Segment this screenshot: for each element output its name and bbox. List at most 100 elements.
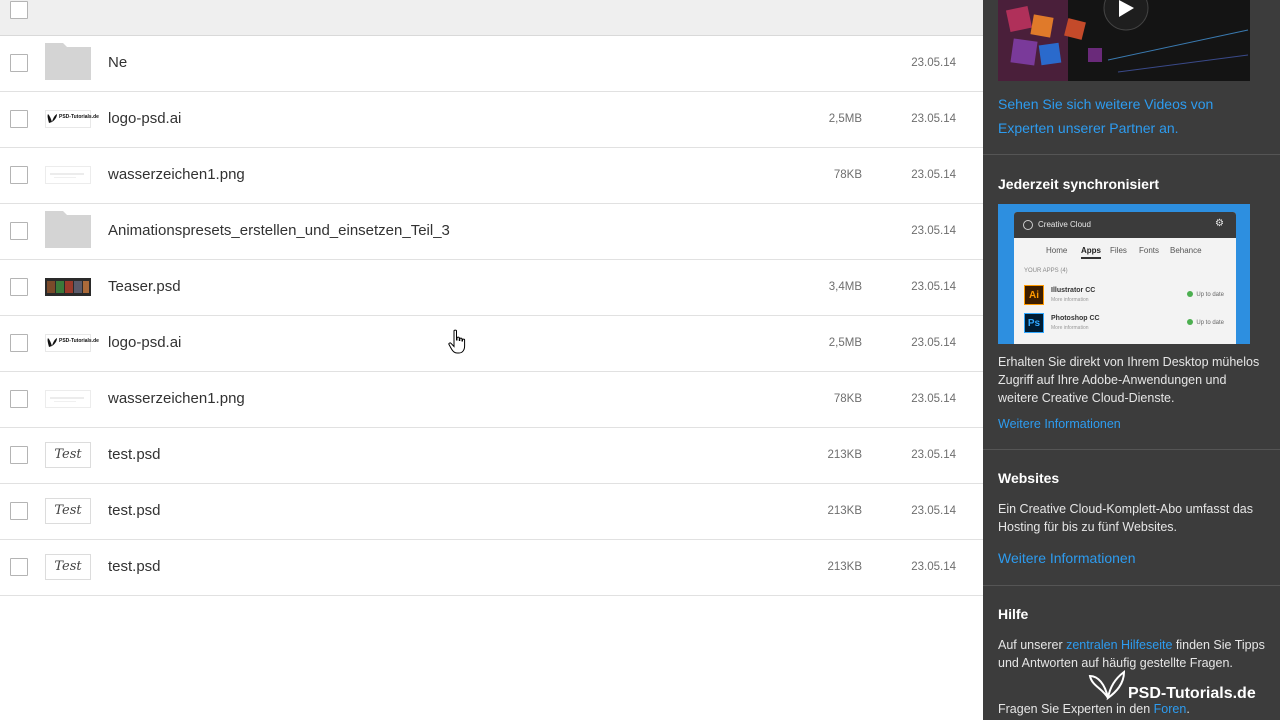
video-artwork: [998, 0, 1250, 81]
file-date: 23.05.14: [911, 57, 956, 69]
file-name[interactable]: test.psd: [108, 502, 161, 519]
image-thumbnail: [45, 166, 91, 184]
help-text-before: Auf unserer: [998, 638, 1067, 652]
logo-thumbnail-text: PSD-Tutorials.de: [59, 114, 99, 120]
row-checkbox[interactable]: [10, 54, 28, 72]
file-date: 23.05.14: [911, 169, 956, 181]
test-thumbnail: Test: [45, 498, 91, 524]
file-date: 23.05.14: [911, 225, 956, 237]
cc-app-status: Up to date: [1187, 319, 1224, 326]
file-date: 23.05.14: [911, 113, 956, 125]
cc-app-name: Photoshop CC: [1051, 315, 1100, 322]
divider: [983, 585, 1280, 586]
psd-tutorials-watermark: PSD-Tutorials.de: [1088, 668, 1278, 702]
file-date: 23.05.14: [911, 449, 956, 461]
file-name[interactable]: Ne: [108, 54, 127, 71]
row-checkbox[interactable]: [10, 558, 28, 576]
row-checkbox[interactable]: [10, 110, 28, 128]
file-size: 2,5MB: [828, 113, 862, 125]
file-row[interactable]: Animationspresets_erstellen_und_einsetze…: [0, 204, 983, 260]
row-checkbox[interactable]: [10, 502, 28, 520]
cc-logo-icon: [1023, 220, 1033, 230]
sync-text: Erhalten Sie direkt von Ihrem Desktop mü…: [998, 355, 1260, 405]
image-thumbnail: [45, 390, 91, 408]
cc-apps-label: YOUR APPS (4): [1024, 268, 1068, 274]
cc-title: Creative Cloud: [1038, 220, 1091, 229]
websites-more-info-link[interactable]: Weitere Informationen: [998, 550, 1135, 566]
logo-thumbnail-text: PSD-Tutorials.de: [59, 338, 99, 344]
file-name[interactable]: Animationspresets_erstellen_und_einsetze…: [108, 222, 450, 239]
teaser-thumbnail: [45, 278, 91, 296]
file-row[interactable]: PSD-Tutorials.de logo-psd.ai 2,5MB 23.05.14: [0, 92, 983, 148]
cc-titlebar: Creative Cloud ⚙: [1014, 212, 1236, 238]
divider: [983, 154, 1280, 155]
gear-icon: ⚙: [1215, 218, 1224, 229]
creative-cloud-preview: Creative Cloud ⚙ Home Apps Files Fonts B…: [998, 204, 1250, 344]
cc-tab-behance: Behance: [1170, 246, 1202, 255]
file-row[interactable]: PSD-Tutorials.de logo-psd.ai 2,5MB 23.05.14: [0, 316, 983, 372]
file-name[interactable]: wasserzeichen1.png: [108, 166, 245, 183]
file-row[interactable]: Ne 23.05.14: [0, 36, 983, 92]
test-thumbnail: Test: [45, 442, 91, 468]
more-videos-link[interactable]: Sehen Sie sich weitere Videos von Expert…: [998, 92, 1248, 140]
divider: [983, 449, 1280, 450]
select-all-checkbox[interactable]: [10, 1, 28, 19]
row-checkbox[interactable]: [10, 222, 28, 240]
folder-icon: [45, 211, 91, 248]
file-size: 78KB: [833, 393, 862, 405]
file-size: 213KB: [827, 561, 862, 573]
row-checkbox[interactable]: [10, 166, 28, 184]
file-row[interactable]: wasserzeichen1.png 78KB 23.05.14: [0, 372, 983, 428]
cc-app-sub: More information: [1051, 325, 1089, 331]
file-name[interactable]: test.psd: [108, 558, 161, 575]
hand-cursor-icon: [448, 329, 466, 354]
row-checkbox[interactable]: [10, 390, 28, 408]
file-name[interactable]: logo-psd.ai: [108, 110, 181, 127]
logo-thumbnail: PSD-Tutorials.de: [45, 334, 99, 352]
help-text: Auf unserer zentralen Hilfeseite finden …: [998, 636, 1270, 672]
video-thumbnail[interactable]: [998, 0, 1250, 81]
forum-text-after: .: [1186, 702, 1190, 716]
cc-app-name: Illustrator CC: [1051, 287, 1096, 294]
file-date: 23.05.14: [911, 393, 956, 405]
cc-app-status: Up to date: [1187, 291, 1224, 298]
websites-title: Websites: [998, 470, 1060, 486]
file-row[interactable]: wasserzeichen1.png 78KB 23.05.14: [0, 148, 983, 204]
file-name[interactable]: Teaser.psd: [108, 278, 181, 295]
file-size: 213KB: [827, 449, 862, 461]
sync-title: Jederzeit synchronisiert: [998, 176, 1160, 192]
cc-app-window: Creative Cloud ⚙ Home Apps Files Fonts B…: [1014, 212, 1236, 344]
cc-app-photoshop: Ps Photoshop CC More information Up to d…: [1024, 313, 1230, 337]
file-size: 78KB: [833, 169, 862, 181]
file-row[interactable]: Teaser.psd 3,4MB 23.05.14: [0, 260, 983, 316]
forum-link[interactable]: Foren: [1154, 702, 1187, 716]
file-date: 23.05.14: [911, 281, 956, 293]
row-checkbox[interactable]: [10, 334, 28, 352]
cc-tab-fonts: Fonts: [1139, 246, 1160, 255]
logo-thumbnail: PSD-Tutorials.de: [45, 110, 99, 128]
watermark-text: PSD-Tutorials.de: [1128, 685, 1256, 702]
file-row[interactable]: Test test.psd 213KB 23.05.14: [0, 484, 983, 540]
file-name[interactable]: test.psd: [108, 446, 161, 463]
file-date: 23.05.14: [911, 561, 956, 573]
help-page-link[interactable]: zentralen Hilfeseite: [1066, 638, 1172, 652]
file-date: 23.05.14: [911, 337, 956, 349]
file-name[interactable]: logo-psd.ai: [108, 334, 181, 351]
test-thumbnail: Test: [45, 554, 91, 580]
cc-tab-apps: Apps: [1081, 246, 1101, 259]
cc-tab-files: Files: [1110, 246, 1127, 255]
file-date: 23.05.14: [911, 505, 956, 517]
list-header: [0, 0, 983, 36]
file-size: 213KB: [827, 505, 862, 517]
file-list: Ne 23.05.14 PSD-Tutorials.de logo-psd.ai 2,5…: [0, 0, 983, 720]
file-row[interactable]: Test test.psd 213KB 23.05.14: [0, 428, 983, 484]
row-checkbox[interactable]: [10, 278, 28, 296]
cc-app-sub: More information: [1051, 297, 1089, 303]
right-sidebar: Sehen Sie sich weitere Videos von Expert…: [983, 0, 1280, 720]
file-row[interactable]: Test test.psd 213KB 23.05.14: [0, 540, 983, 596]
sync-more-info-link[interactable]: Weitere Informationen: [998, 417, 1121, 431]
file-name[interactable]: wasserzeichen1.png: [108, 390, 245, 407]
cc-tabs: Home Apps Files Fonts Behance: [1014, 238, 1236, 262]
row-checkbox[interactable]: [10, 446, 28, 464]
cc-app-illustrator: Ai Illustrator CC More information Up to…: [1024, 285, 1230, 309]
